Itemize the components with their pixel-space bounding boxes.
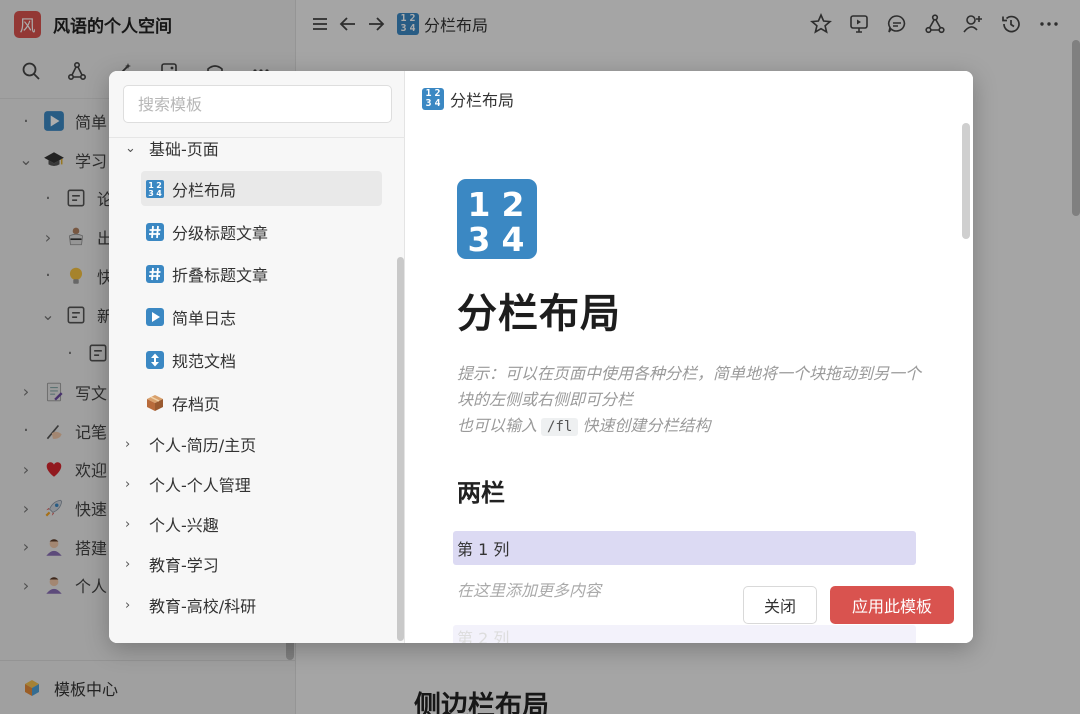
chevron-right-icon: › [125, 516, 131, 532]
template-list-panel: ⌄ 基础-页面 1234 分栏布局分级标题文章折叠标题文章简单日志规范文档存档页 › 个人… [109, 71, 405, 643]
template-category[interactable]: ⌄ 基础-页面 [125, 132, 219, 164]
template-category[interactable]: › 个人-个人管理 [125, 468, 251, 500]
preview-header-title: 分栏布局 [450, 91, 515, 110]
numbers-1234-icon: 1234 [145, 179, 165, 199]
hash-icon [145, 222, 165, 242]
template-item-label: 简单日志 [172, 308, 237, 328]
template-category-label: 教育-高校/科研 [149, 597, 257, 616]
tip-post: 快速创建分栏结构 [582, 416, 711, 435]
template-item[interactable]: 分级标题文章 [141, 214, 382, 249]
template-category-label: 教育-学习 [149, 556, 219, 575]
template-category-label: 基础-页面 [149, 140, 219, 159]
chevron-right-icon: › [125, 476, 131, 492]
svg-text:3: 3 [468, 220, 491, 259]
preview-title: 分栏布局 [457, 291, 621, 337]
template-item[interactable]: 简单日志 [141, 299, 382, 334]
template-category[interactable]: › 个人-简历/主页 [125, 428, 256, 460]
preview-column-1: 第 1 列 [453, 531, 916, 565]
template-item-label: 分级标题文章 [172, 223, 269, 243]
play-icon [145, 307, 165, 327]
svg-text:3: 3 [148, 189, 154, 198]
preview-add-more: 在这里添加更多内容 [457, 581, 602, 600]
preview-tip-line2: 也可以输入/fl 快速创建分栏结构 [457, 413, 927, 440]
hash-icon [145, 264, 165, 284]
apply-template-button[interactable]: 应用此模板 [830, 586, 954, 624]
template-item[interactable]: 1 2 3 4 分栏布局 [141, 171, 382, 206]
chevron-right-icon: › [125, 597, 131, 613]
template-item[interactable]: 存档页 [141, 385, 382, 420]
template-category[interactable]: › 教育-高校/科研 [125, 589, 256, 621]
template-item-label: 分栏布局 [172, 180, 237, 200]
template-item-label: 折叠标题文章 [172, 265, 269, 285]
up-down-arrow-icon [145, 350, 165, 370]
template-category-label: 个人-兴趣 [149, 516, 219, 535]
preview-tip: 提示：可以在页面中使用各种分栏，简单地将一个块拖动到另一个块的左侧或右侧即可分栏… [457, 361, 927, 440]
chevron-down-icon: ⌄ [125, 140, 136, 156]
template-list-scrollbar[interactable] [397, 257, 404, 641]
template-item-label: 规范文档 [172, 351, 237, 371]
chevron-right-icon: › [125, 556, 131, 572]
template-category[interactable]: › 教育-学习 [125, 548, 219, 580]
preview-section-heading: 两栏 [457, 479, 505, 507]
package-icon [145, 393, 165, 413]
template-item[interactable]: 规范文档 [141, 342, 382, 377]
template-category-label: 个人-个人管理 [149, 476, 251, 495]
numbers-1234-icon: 1234 [422, 88, 444, 110]
svg-text:1: 1 [468, 185, 491, 224]
svg-text:4: 4 [502, 220, 525, 259]
tip-pre: 也可以输入 [457, 416, 538, 435]
template-category-label: 个人-简历/主页 [149, 436, 257, 455]
numbers-1234-icon: 1234 [457, 179, 537, 259]
template-dialog: ⌄基础-页面1234分栏布局分级标题文章折叠标题文章简单日志规范文档存档页›个人… [109, 71, 973, 643]
template-preview: 1234 分栏布局 1234 分栏布局 提示：可以在页面中使用各种分栏，简单地将… [406, 71, 973, 643]
template-category[interactable]: › 个人-兴趣 [125, 508, 219, 540]
template-item[interactable]: 折叠标题文章 [141, 256, 382, 291]
svg-text:2: 2 [502, 185, 525, 224]
chevron-right-icon: › [125, 436, 131, 452]
template-search-input[interactable] [123, 85, 392, 123]
preview-tip-line1: 提示：可以在页面中使用各种分栏，简单地将一个块拖动到另一个块的左侧或右侧即可分栏 [457, 364, 922, 409]
preview-column-2: 第 2 列 [453, 625, 916, 643]
template-item-label: 存档页 [172, 394, 221, 414]
tip-code: /fl [541, 418, 579, 436]
preview-header: 1234 分栏布局 [422, 87, 514, 111]
close-button[interactable]: 关闭 [743, 586, 817, 624]
preview-scrollbar[interactable] [962, 123, 970, 239]
svg-text:4: 4 [156, 189, 162, 198]
